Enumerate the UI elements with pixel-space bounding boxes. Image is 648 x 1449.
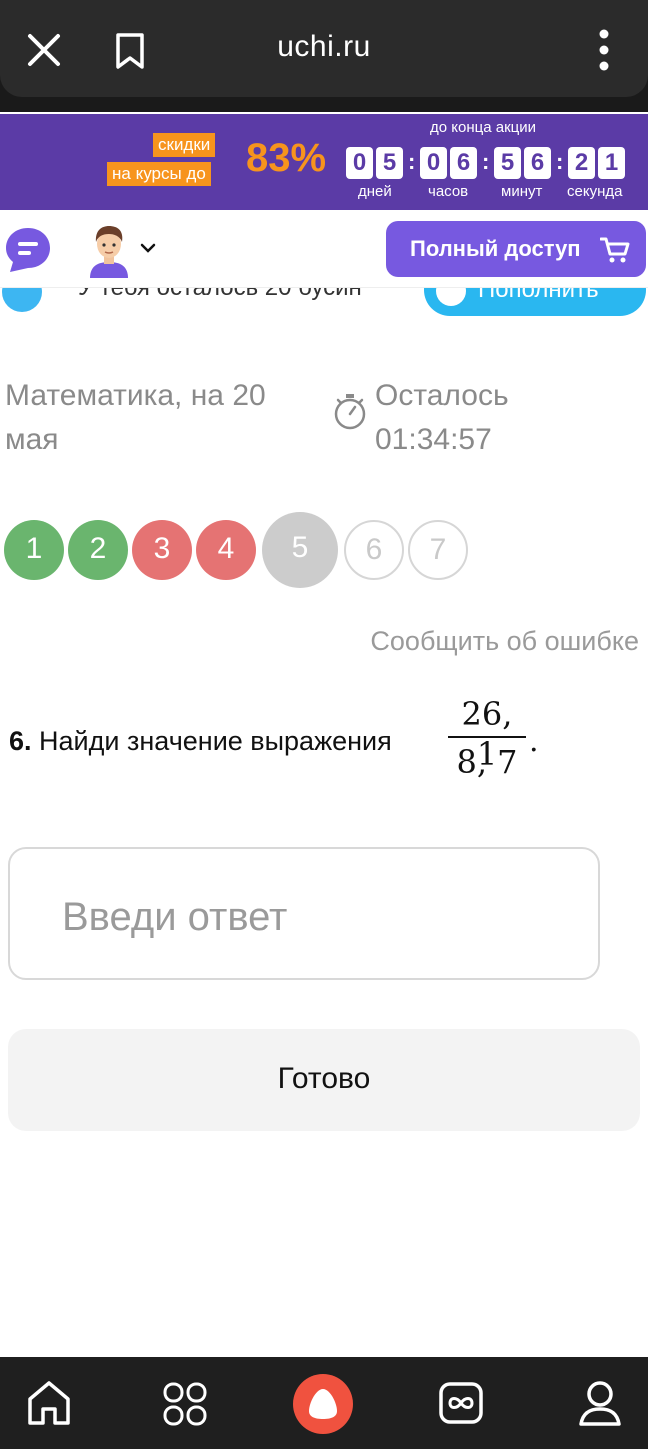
bead-icon: [2, 288, 42, 312]
task-text: 6. Найди значение выражения: [9, 726, 392, 757]
beads-text: У тебя осталось 20 бусин: [78, 288, 362, 302]
alice-icon[interactable]: [292, 1373, 354, 1435]
home-icon[interactable]: [26, 1379, 72, 1427]
beads-strip: У тебя осталось 20 бусин Пополнить: [0, 288, 648, 318]
promo-tag-courses: на курсы до: [107, 162, 211, 186]
countdown-hours-label: часов: [428, 183, 469, 200]
refill-label: Пополнить: [478, 288, 599, 303]
question-number-4[interactable]: 4: [196, 520, 256, 580]
cart-icon: [600, 237, 630, 263]
fraction-denominator: 8, 7: [456, 743, 518, 781]
countdown-separator: :: [482, 149, 490, 174]
question-number-6[interactable]: 6: [344, 520, 404, 580]
full-access-label: Полный доступ: [410, 236, 581, 261]
question-number-2[interactable]: 2: [68, 520, 128, 580]
task-number: 6.: [9, 726, 32, 756]
promo-percent: 83%: [246, 136, 327, 180]
countdown-digit: 1: [598, 147, 625, 179]
refill-button[interactable]: Пополнить: [424, 288, 646, 316]
countdown-minutes-label: минут: [501, 183, 543, 200]
countdown-separator: :: [556, 149, 564, 174]
question-number-7[interactable]: 7: [408, 520, 468, 580]
avatar[interactable]: [86, 222, 132, 278]
task-fraction: 26, 1 8, 7: [448, 694, 526, 782]
report-error-link[interactable]: Сообщить об ошибке: [370, 626, 639, 657]
stopwatch-icon: [334, 394, 366, 430]
countdown-digit: 5: [376, 147, 403, 179]
browser-toolbar: uchi.ru: [0, 0, 648, 112]
profile-icon[interactable]: [578, 1379, 622, 1427]
apps-grid-icon[interactable]: [162, 1381, 208, 1427]
done-button[interactable]: Готово: [8, 1029, 640, 1131]
time-remaining: Осталось 01:34:57: [375, 374, 509, 462]
infinity-icon[interactable]: [438, 1381, 484, 1425]
bottom-navigation: [0, 1357, 648, 1449]
chat-icon[interactable]: [4, 226, 52, 274]
countdown-digit: 6: [450, 147, 477, 179]
test-subject: Математика, на 20 мая: [5, 379, 266, 456]
more-menu-icon[interactable]: [596, 28, 612, 72]
answer-field-container[interactable]: [8, 847, 600, 980]
answer-input[interactable]: [62, 889, 562, 945]
countdown-separator: :: [408, 149, 416, 174]
task-prompt: Найди значение выражения: [39, 726, 392, 756]
plus-icon: [436, 288, 466, 306]
question-number-1[interactable]: 1: [4, 520, 64, 580]
promo-deadline-label: до конца акции: [430, 119, 536, 136]
url-text[interactable]: uchi.ru: [0, 30, 648, 64]
countdown-digit: 0: [420, 147, 447, 179]
promo-tag-discounts: скидки: [153, 133, 216, 157]
fraction-numerator: 26, 1: [461, 695, 513, 773]
time-remaining-value: 01:34:57: [375, 423, 492, 456]
time-remaining-label: Осталось: [375, 379, 509, 412]
full-access-button[interactable]: Полный доступ: [386, 221, 646, 277]
countdown-digit: 0: [346, 147, 373, 179]
countdown-digit: 5: [494, 147, 521, 179]
question-number-3[interactable]: 3: [132, 520, 192, 580]
countdown-seconds-label: секунда: [567, 183, 623, 200]
task-period: .: [529, 724, 539, 759]
countdown-days-label: дней: [358, 183, 392, 200]
chevron-down-icon[interactable]: [140, 240, 156, 256]
countdown-digit: 6: [524, 147, 551, 179]
countdown-digit: 2: [568, 147, 595, 179]
question-number-5[interactable]: 5: [262, 512, 338, 588]
